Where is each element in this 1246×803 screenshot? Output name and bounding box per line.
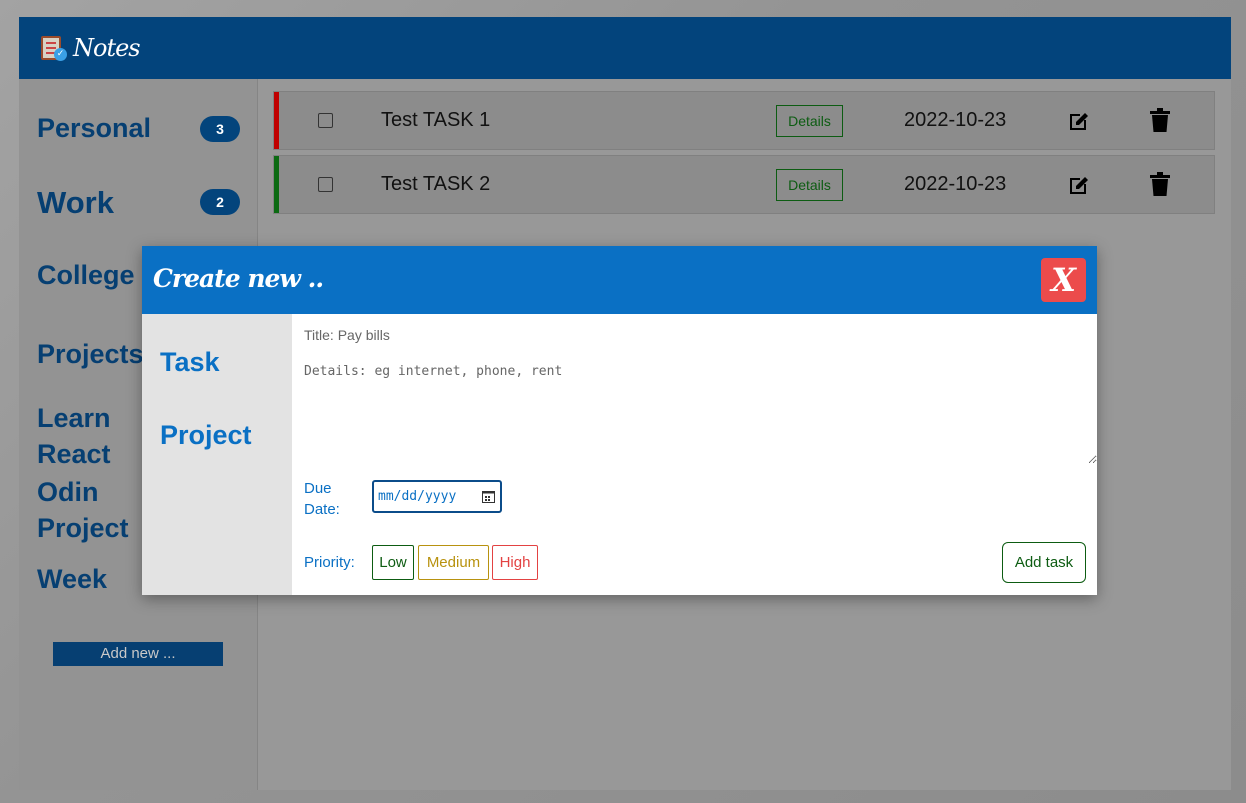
add-task-button[interactable]: Add task xyxy=(1002,542,1086,583)
modal-title: Create new .. xyxy=(153,264,324,293)
sidebar-item-learn-react[interactable]: Learn React xyxy=(37,400,111,472)
priority-low-button[interactable]: Low xyxy=(372,545,414,580)
close-button[interactable]: X xyxy=(1041,258,1086,302)
tab-task[interactable]: Task xyxy=(160,347,220,378)
add-new-button[interactable]: Add new ... xyxy=(53,642,223,666)
sidebar-item-projects[interactable]: Projects xyxy=(37,339,144,370)
create-new-modal: Create new .. X Task Project Due Date: m… xyxy=(142,246,1097,595)
top-bar: ✓ Notes xyxy=(19,17,1231,79)
sidebar-item-college[interactable]: College xyxy=(37,260,135,291)
task-row: Test TASK 2 Details 2022-10-23 xyxy=(273,155,1215,214)
count-badge: 2 xyxy=(200,189,240,215)
sidebar-item-label: College xyxy=(37,260,135,290)
sidebar-item-label: Work xyxy=(37,185,114,220)
task-title: Test TASK 2 xyxy=(381,173,491,195)
calendar-icon[interactable] xyxy=(482,490,495,503)
task-checkbox[interactable] xyxy=(318,113,333,128)
due-date-label-line: Due xyxy=(304,480,332,497)
due-date-label: Due Date: xyxy=(304,478,354,520)
due-date-label-line: Date: xyxy=(304,501,340,518)
title-input[interactable] xyxy=(304,324,1084,346)
date-placeholder: mm/dd/yyyy xyxy=(378,489,457,504)
priority-stripe xyxy=(274,156,279,213)
details-button[interactable]: Details xyxy=(776,169,843,201)
task-date: 2022-10-23 xyxy=(904,173,1007,195)
trash-icon[interactable] xyxy=(1150,172,1170,196)
sidebar-item-label-line: Odin xyxy=(37,477,99,507)
due-date-input[interactable]: mm/dd/yyyy xyxy=(372,480,502,513)
task-date: 2022-10-23 xyxy=(904,109,1007,131)
sidebar-item-label: Projects xyxy=(37,339,144,369)
modal-header: Create new .. X xyxy=(142,246,1097,314)
tab-project[interactable]: Project xyxy=(160,420,252,451)
sidebar-item-label-line: Learn xyxy=(37,403,111,433)
sidebar-item-label-line: React xyxy=(37,439,111,469)
sidebar-item-work[interactable]: Work xyxy=(37,185,114,221)
sidebar-item-label-line: Project xyxy=(37,513,129,543)
task-row: Test TASK 1 Details 2022-10-23 xyxy=(273,91,1215,150)
task-form: Due Date: mm/dd/yyyy Priority: Low Mediu… xyxy=(292,314,1097,595)
sidebar-item-label: Personal xyxy=(37,113,152,143)
trash-icon[interactable] xyxy=(1150,108,1170,132)
priority-label: Priority: xyxy=(304,554,355,571)
details-button[interactable]: Details xyxy=(776,105,843,137)
task-checkbox[interactable] xyxy=(318,177,333,192)
count-badge: 3 xyxy=(200,116,240,142)
priority-high-button[interactable]: High xyxy=(492,545,538,580)
task-title: Test TASK 1 xyxy=(381,109,491,131)
edit-icon[interactable] xyxy=(1067,109,1091,133)
app-logo-text: Notes xyxy=(73,34,141,62)
sidebar-item-label: Week xyxy=(37,564,108,594)
sidebar-item-week[interactable]: Week xyxy=(37,564,107,595)
details-textarea[interactable] xyxy=(304,364,1097,464)
modal-sidebar: Task Project xyxy=(142,314,292,595)
priority-stripe xyxy=(274,92,279,149)
sidebar-item-odin-project[interactable]: Odin Project xyxy=(37,474,129,546)
notepad-icon: ✓ xyxy=(41,34,67,62)
edit-icon[interactable] xyxy=(1067,173,1091,197)
sidebar-item-personal[interactable]: Personal xyxy=(37,113,151,144)
priority-medium-button[interactable]: Medium xyxy=(418,545,489,580)
